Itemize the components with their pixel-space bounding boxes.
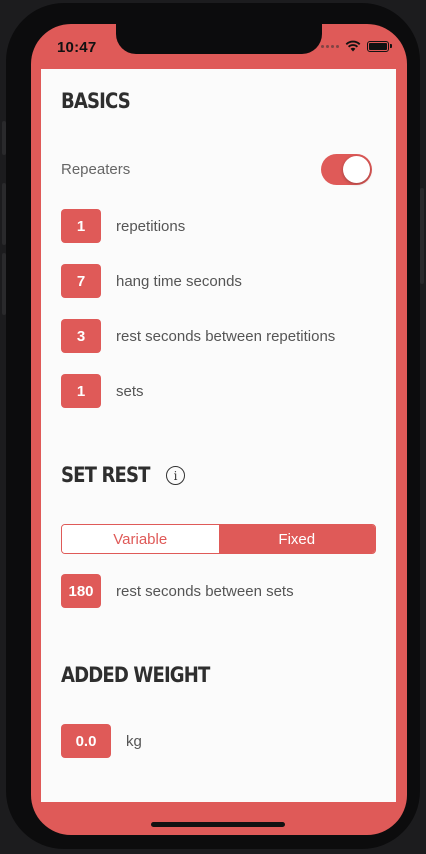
repetitions-row: 1 repetitions [61, 209, 185, 243]
added-weight-row: 0.0 kg [61, 724, 142, 758]
notch [116, 24, 322, 54]
repetitions-value-button[interactable]: 1 [61, 209, 101, 243]
basics-heading: BASICS [61, 89, 131, 113]
toggle-knob [343, 156, 370, 183]
hang-time-value-button[interactable]: 7 [61, 264, 101, 298]
repetitions-label: repetitions [116, 217, 186, 235]
sets-row: 1 sets [61, 374, 144, 408]
hang-time-row: 7 hang time seconds [61, 264, 242, 298]
screen: 10:47 BASICS Repeaters 1 repetitions 7 h… [31, 24, 407, 835]
rest-between-sets-value-button[interactable]: 180 [61, 574, 101, 608]
info-icon[interactable]: i [166, 466, 185, 485]
set-rest-heading: SET REST [61, 463, 151, 487]
status-time: 10:47 [57, 39, 97, 56]
weight-unit-label: kg [126, 732, 142, 750]
set-rest-mode-control: Variable Fixed [61, 524, 376, 554]
cellular-signal-icon [321, 44, 339, 48]
rest-between-reps-row: 3 rest seconds between repetitions [61, 319, 335, 353]
segment-fixed[interactable]: Fixed [218, 525, 375, 553]
repeaters-toggle[interactable] [321, 154, 372, 185]
sets-label: sets [116, 382, 144, 400]
sets-value-button[interactable]: 1 [61, 374, 101, 408]
wifi-icon [345, 40, 361, 52]
segment-variable[interactable]: Variable [62, 525, 219, 553]
home-indicator [151, 822, 285, 827]
added-weight-heading: ADDED WEIGHT [61, 663, 210, 687]
status-icons [321, 40, 392, 52]
power-button [420, 188, 424, 284]
volume-down-button [2, 253, 6, 315]
rest-between-reps-value-button[interactable]: 3 [61, 319, 101, 353]
added-weight-value-button[interactable]: 0.0 [61, 724, 111, 758]
rest-between-reps-label: rest seconds between repetitions [116, 327, 336, 345]
silent-switch [2, 121, 6, 155]
rest-between-sets-row: 180 rest seconds between sets [61, 574, 294, 608]
phone-frame: 10:47 BASICS Repeaters 1 repetitions 7 h… [2, 3, 424, 849]
battery-icon [367, 40, 392, 52]
repeaters-label: Repeaters [61, 161, 131, 178]
rest-between-sets-label: rest seconds between sets [116, 582, 294, 600]
hang-time-label: hang time seconds [116, 272, 242, 290]
volume-up-button [2, 183, 6, 245]
settings-panel: BASICS Repeaters 1 repetitions 7 hang ti… [41, 69, 396, 802]
